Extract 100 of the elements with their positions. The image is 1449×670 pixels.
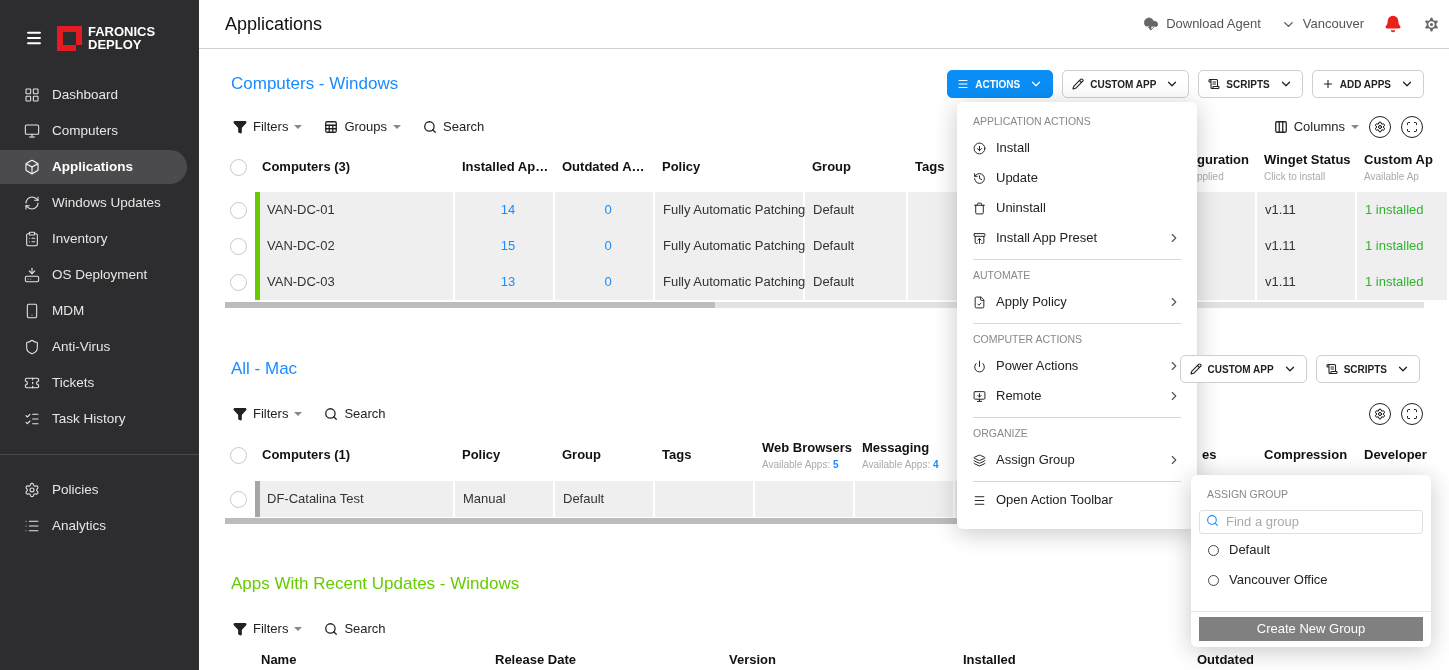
sidebar-item[interactable]: Task History: [0, 402, 187, 436]
table-cell: 1 installed: [1357, 192, 1449, 228]
sidebar-item[interactable]: Anti-Virus: [0, 330, 187, 364]
column-header[interactable]: es: [1202, 445, 1257, 465]
column-header[interactable]: Name: [261, 652, 297, 667]
column-header[interactable]: Release Date: [495, 652, 576, 667]
column-header[interactable]: Policy: [462, 445, 555, 465]
download-agent-link[interactable]: Download Agent: [1143, 14, 1261, 34]
toolbar-button[interactable]: Search: [324, 619, 386, 639]
menu-item[interactable]: Install App Preset: [973, 223, 1181, 253]
column-header[interactable]: guration: [1197, 149, 1257, 170]
caret-icon: [294, 627, 303, 631]
row-checkbox[interactable]: [230, 273, 247, 291]
section-title: Apps With Recent Updates - Windows: [230, 573, 520, 596]
menu-item[interactable]: Uninstall: [973, 193, 1181, 223]
toolbar-button[interactable]: Columns: [1273, 117, 1359, 137]
column-header[interactable]: Tags: [662, 445, 755, 465]
sidebar-item[interactable]: Computers: [0, 114, 187, 148]
column-header[interactable]: Messaging: [862, 437, 955, 458]
toolbar-button[interactable]: Filters: [233, 404, 303, 424]
toolbar-button[interactable]: Search: [324, 404, 386, 424]
toolbar-button[interactable]: Filters: [233, 117, 303, 137]
sidebar-item[interactable]: Policies: [0, 473, 187, 507]
sidebar-item[interactable]: MDM: [0, 294, 187, 328]
column-header[interactable]: Group: [562, 445, 655, 465]
row-checkbox[interactable]: [230, 490, 247, 508]
page-title: Applications: [225, 12, 323, 36]
dropdown-button[interactable]: ADD APPS: [1311, 70, 1424, 98]
search-icon: [1206, 514, 1219, 527]
menu-item[interactable]: Update: [973, 163, 1181, 193]
column-header[interactable]: Winget Status: [1264, 149, 1357, 170]
column-header[interactable]: Policy: [662, 157, 805, 177]
sidebar-item[interactable]: Tickets: [0, 366, 187, 400]
menu-item-icon: [24, 231, 40, 247]
column-header[interactable]: Version: [729, 652, 776, 667]
menu-heading: AUTOMATE: [973, 268, 1032, 284]
menu-item[interactable]: Open Action Toolbar: [973, 485, 1181, 515]
menu-icon[interactable]: [25, 29, 43, 47]
menu-item[interactable]: Assign Group: [973, 445, 1181, 475]
table-cell: 1 installed: [1357, 228, 1449, 264]
group-search-field[interactable]: Find a group: [1199, 509, 1423, 534]
column-header[interactable]: Outdated A…: [562, 157, 655, 177]
column-header[interactable]: Outdated: [1197, 652, 1255, 667]
column-header[interactable]: Custom Ap: [1364, 149, 1449, 170]
menu-item[interactable]: Power Actions: [973, 351, 1181, 381]
section-title: Computers - Windows: [230, 73, 399, 96]
sidebar-item[interactable]: Analytics: [0, 509, 187, 543]
create-group-button[interactable]: Create New Group: [1199, 617, 1423, 641]
column-header[interactable]: Compression: [1264, 445, 1357, 465]
section-title: All - Mac: [230, 358, 298, 381]
menu-heading: COMPUTER ACTIONS: [973, 332, 1084, 348]
column-header[interactable]: Developer: [1364, 445, 1449, 465]
column-header[interactable]: Group: [812, 157, 908, 177]
menu-item[interactable]: Apply Policy: [973, 287, 1181, 317]
row-checkbox[interactable]: [230, 446, 247, 464]
toolbar-icon: [324, 120, 339, 134]
radio-button[interactable]: [1208, 574, 1219, 586]
menu-item-icon: [973, 359, 986, 373]
group-option[interactable]: Default: [1191, 535, 1431, 565]
toolbar-button[interactable]: Groups: [324, 117, 402, 137]
table-cell: Manual: [455, 481, 555, 517]
table-cell: 0: [555, 228, 655, 264]
toolbar-button[interactable]: Filters: [233, 619, 303, 639]
row-checkbox[interactable]: [230, 201, 247, 219]
column-header[interactable]: Computers (1): [262, 445, 455, 465]
column-subtitle: Available Ap: [1364, 170, 1420, 185]
sidebar-item[interactable]: Windows Updates: [0, 186, 187, 220]
location-dropdown[interactable]: Vancouver: [1280, 14, 1364, 34]
dropdown-button[interactable]: CUSTOM APP: [1179, 355, 1307, 383]
row-checkbox[interactable]: [230, 237, 247, 255]
group-option[interactable]: Vancouver Office: [1191, 565, 1431, 595]
dropdown-button[interactable]: SCRIPTS: [1315, 355, 1420, 383]
table-cell: Default: [805, 264, 908, 300]
dropdown-button[interactable]: SCRIPTS: [1198, 70, 1303, 98]
sidebar-item[interactable]: Inventory: [0, 222, 187, 256]
menu-item-icon: [24, 375, 40, 391]
notifications-icon[interactable]: [1384, 15, 1402, 33]
sidebar-item[interactable]: Applications: [0, 150, 187, 184]
column-header[interactable]: Computers (3): [262, 157, 455, 177]
menu-item-icon: [973, 295, 986, 309]
radio-button[interactable]: [1208, 544, 1219, 556]
column-header[interactable]: Web Browsers: [762, 437, 855, 458]
table-cell: Default: [805, 192, 908, 228]
table-cell: v1.11: [1257, 192, 1357, 228]
column-header[interactable]: Installed Ap…: [462, 157, 555, 177]
column-subtitle: pplied: [1197, 170, 1225, 185]
menu-item-icon: [24, 482, 40, 498]
toolbar-icon: [324, 407, 339, 421]
table-cell: Fully Automatic Patching: [655, 192, 805, 228]
menu-item[interactable]: Install: [973, 133, 1181, 163]
menu-item[interactable]: Remote: [973, 381, 1181, 411]
sidebar-item[interactable]: OS Deployment: [0, 258, 187, 292]
dropdown-button[interactable]: CUSTOM APP: [1062, 70, 1190, 98]
sidebar-item[interactable]: Dashboard: [0, 78, 187, 112]
toolbar-button[interactable]: Search: [423, 117, 485, 137]
table-cell: 15: [455, 228, 555, 264]
row-checkbox[interactable]: [230, 158, 247, 176]
menu-item-icon: [973, 171, 986, 185]
column-header[interactable]: Installed: [963, 652, 1016, 667]
button-icon: [1189, 363, 1202, 375]
